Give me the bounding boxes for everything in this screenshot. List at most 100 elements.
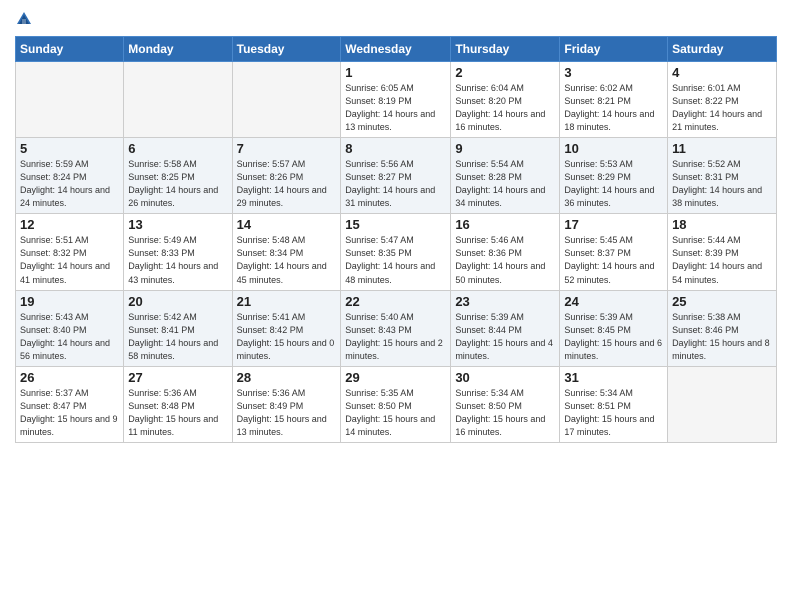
calendar-cell: 4 Sunrise: 6:01 AMSunset: 8:22 PMDaylight… bbox=[668, 62, 777, 138]
day-info: Sunrise: 5:36 AMSunset: 8:48 PMDaylight:… bbox=[128, 387, 227, 439]
day-number: 2 bbox=[455, 65, 555, 80]
day-info: Sunrise: 5:35 AMSunset: 8:50 PMDaylight:… bbox=[345, 387, 446, 439]
calendar: SundayMondayTuesdayWednesdayThursdayFrid… bbox=[15, 36, 777, 443]
calendar-cell: 14 Sunrise: 5:48 AMSunset: 8:34 PMDayligh… bbox=[232, 214, 341, 290]
day-number: 17 bbox=[564, 217, 663, 232]
calendar-cell: 31 Sunrise: 5:34 AMSunset: 8:51 PMDayligh… bbox=[560, 366, 668, 442]
weekday-header-friday: Friday bbox=[560, 37, 668, 62]
calendar-cell: 5 Sunrise: 5:59 AMSunset: 8:24 PMDaylight… bbox=[16, 138, 124, 214]
day-info: Sunrise: 5:39 AMSunset: 8:45 PMDaylight:… bbox=[564, 311, 663, 363]
calendar-cell: 16 Sunrise: 5:46 AMSunset: 8:36 PMDayligh… bbox=[451, 214, 560, 290]
day-info: Sunrise: 5:42 AMSunset: 8:41 PMDaylight:… bbox=[128, 311, 227, 363]
weekday-header-wednesday: Wednesday bbox=[341, 37, 451, 62]
day-info: Sunrise: 5:53 AMSunset: 8:29 PMDaylight:… bbox=[564, 158, 663, 210]
calendar-cell: 7Sunrise: 5:57 AMSunset: 8:26 PMDaylight… bbox=[232, 138, 341, 214]
calendar-cell: 20 Sunrise: 5:42 AMSunset: 8:41 PMDayligh… bbox=[124, 290, 232, 366]
calendar-cell: 29 Sunrise: 5:35 AMSunset: 8:50 PMDayligh… bbox=[341, 366, 451, 442]
calendar-cell: 22Sunrise: 5:40 AMSunset: 8:43 PMDayligh… bbox=[341, 290, 451, 366]
day-info: Sunrise: 5:44 AMSunset: 8:39 PMDaylight:… bbox=[672, 234, 772, 286]
calendar-cell: 30 Sunrise: 5:34 AMSunset: 8:50 PMDayligh… bbox=[451, 366, 560, 442]
logo bbox=[15, 10, 35, 28]
header bbox=[15, 10, 777, 28]
day-number: 16 bbox=[455, 217, 555, 232]
day-number: 14 bbox=[237, 217, 337, 232]
day-number: 31 bbox=[564, 370, 663, 385]
day-info: Sunrise: 6:02 AMSunset: 8:21 PMDaylight:… bbox=[564, 82, 663, 134]
day-info: Sunrise: 5:43 AMSunset: 8:40 PMDaylight:… bbox=[20, 311, 119, 363]
weekday-header-tuesday: Tuesday bbox=[232, 37, 341, 62]
calendar-cell: 13 Sunrise: 5:49 AMSunset: 8:33 PMDayligh… bbox=[124, 214, 232, 290]
day-number: 10 bbox=[564, 141, 663, 156]
day-number: 20 bbox=[128, 294, 227, 309]
weekday-header-sunday: Sunday bbox=[16, 37, 124, 62]
day-info: Sunrise: 5:48 AMSunset: 8:34 PMDaylight:… bbox=[237, 234, 337, 286]
calendar-cell: 18 Sunrise: 5:44 AMSunset: 8:39 PMDayligh… bbox=[668, 214, 777, 290]
day-number: 15 bbox=[345, 217, 446, 232]
day-number: 1 bbox=[345, 65, 446, 80]
calendar-cell: 11Sunrise: 5:52 AMSunset: 8:31 PMDayligh… bbox=[668, 138, 777, 214]
day-number: 27 bbox=[128, 370, 227, 385]
weekday-header-monday: Monday bbox=[124, 37, 232, 62]
calendar-cell: 25Sunrise: 5:38 AMSunset: 8:46 PMDayligh… bbox=[668, 290, 777, 366]
calendar-cell bbox=[124, 62, 232, 138]
day-info: Sunrise: 5:37 AMSunset: 8:47 PMDaylight:… bbox=[20, 387, 119, 439]
day-number: 11 bbox=[672, 141, 772, 156]
calendar-week-4: 19 Sunrise: 5:43 AMSunset: 8:40 PMDayligh… bbox=[16, 290, 777, 366]
day-number: 30 bbox=[455, 370, 555, 385]
calendar-cell: 1Sunrise: 6:05 AMSunset: 8:19 PMDaylight… bbox=[341, 62, 451, 138]
calendar-cell: 28 Sunrise: 5:36 AMSunset: 8:49 PMDayligh… bbox=[232, 366, 341, 442]
day-number: 26 bbox=[20, 370, 119, 385]
logo-icon bbox=[15, 10, 33, 28]
day-number: 28 bbox=[237, 370, 337, 385]
calendar-cell: 10 Sunrise: 5:53 AMSunset: 8:29 PMDayligh… bbox=[560, 138, 668, 214]
day-number: 18 bbox=[672, 217, 772, 232]
day-number: 13 bbox=[128, 217, 227, 232]
day-number: 7 bbox=[237, 141, 337, 156]
day-info: Sunrise: 5:34 AMSunset: 8:50 PMDaylight:… bbox=[455, 387, 555, 439]
calendar-week-5: 26 Sunrise: 5:37 AMSunset: 8:47 PMDayligh… bbox=[16, 366, 777, 442]
day-info: Sunrise: 5:45 AMSunset: 8:37 PMDaylight:… bbox=[564, 234, 663, 286]
calendar-cell: 17 Sunrise: 5:45 AMSunset: 8:37 PMDayligh… bbox=[560, 214, 668, 290]
day-number: 9 bbox=[455, 141, 555, 156]
calendar-cell: 27 Sunrise: 5:36 AMSunset: 8:48 PMDayligh… bbox=[124, 366, 232, 442]
calendar-cell: 3 Sunrise: 6:02 AMSunset: 8:21 PMDaylight… bbox=[560, 62, 668, 138]
day-info: Sunrise: 5:47 AMSunset: 8:35 PMDaylight:… bbox=[345, 234, 446, 286]
day-number: 24 bbox=[564, 294, 663, 309]
day-number: 6 bbox=[128, 141, 227, 156]
day-number: 5 bbox=[20, 141, 119, 156]
calendar-week-3: 12Sunrise: 5:51 AMSunset: 8:32 PMDayligh… bbox=[16, 214, 777, 290]
calendar-cell: 15 Sunrise: 5:47 AMSunset: 8:35 PMDayligh… bbox=[341, 214, 451, 290]
calendar-cell: 23Sunrise: 5:39 AMSunset: 8:44 PMDayligh… bbox=[451, 290, 560, 366]
calendar-cell: 12Sunrise: 5:51 AMSunset: 8:32 PMDayligh… bbox=[16, 214, 124, 290]
day-number: 4 bbox=[672, 65, 772, 80]
day-info: Sunrise: 5:54 AMSunset: 8:28 PMDaylight:… bbox=[455, 158, 555, 210]
calendar-cell: 2 Sunrise: 6:04 AMSunset: 8:20 PMDaylight… bbox=[451, 62, 560, 138]
day-info: Sunrise: 6:01 AMSunset: 8:22 PMDaylight:… bbox=[672, 82, 772, 134]
day-number: 21 bbox=[237, 294, 337, 309]
calendar-week-2: 5 Sunrise: 5:59 AMSunset: 8:24 PMDaylight… bbox=[16, 138, 777, 214]
day-info: Sunrise: 6:04 AMSunset: 8:20 PMDaylight:… bbox=[455, 82, 555, 134]
day-info: Sunrise: 5:36 AMSunset: 8:49 PMDaylight:… bbox=[237, 387, 337, 439]
page: SundayMondayTuesdayWednesdayThursdayFrid… bbox=[0, 0, 792, 612]
calendar-cell: 6 Sunrise: 5:58 AMSunset: 8:25 PMDaylight… bbox=[124, 138, 232, 214]
day-number: 19 bbox=[20, 294, 119, 309]
calendar-cell: 21 Sunrise: 5:41 AMSunset: 8:42 PMDayligh… bbox=[232, 290, 341, 366]
day-info: Sunrise: 5:56 AMSunset: 8:27 PMDaylight:… bbox=[345, 158, 446, 210]
calendar-cell: 8Sunrise: 5:56 AMSunset: 8:27 PMDaylight… bbox=[341, 138, 451, 214]
day-number: 3 bbox=[564, 65, 663, 80]
calendar-cell: 24 Sunrise: 5:39 AMSunset: 8:45 PMDayligh… bbox=[560, 290, 668, 366]
day-number: 22 bbox=[345, 294, 446, 309]
day-info: Sunrise: 5:58 AMSunset: 8:25 PMDaylight:… bbox=[128, 158, 227, 210]
calendar-cell: 9 Sunrise: 5:54 AMSunset: 8:28 PMDaylight… bbox=[451, 138, 560, 214]
calendar-cell bbox=[16, 62, 124, 138]
weekday-header-saturday: Saturday bbox=[668, 37, 777, 62]
weekday-header-thursday: Thursday bbox=[451, 37, 560, 62]
day-number: 29 bbox=[345, 370, 446, 385]
day-info: Sunrise: 5:59 AMSunset: 8:24 PMDaylight:… bbox=[20, 158, 119, 210]
day-info: Sunrise: 5:46 AMSunset: 8:36 PMDaylight:… bbox=[455, 234, 555, 286]
day-info: Sunrise: 5:41 AMSunset: 8:42 PMDaylight:… bbox=[237, 311, 337, 363]
day-info: Sunrise: 5:34 AMSunset: 8:51 PMDaylight:… bbox=[564, 387, 663, 439]
calendar-week-1: 1Sunrise: 6:05 AMSunset: 8:19 PMDaylight… bbox=[16, 62, 777, 138]
day-info: Sunrise: 5:49 AMSunset: 8:33 PMDaylight:… bbox=[128, 234, 227, 286]
day-info: Sunrise: 5:38 AMSunset: 8:46 PMDaylight:… bbox=[672, 311, 772, 363]
